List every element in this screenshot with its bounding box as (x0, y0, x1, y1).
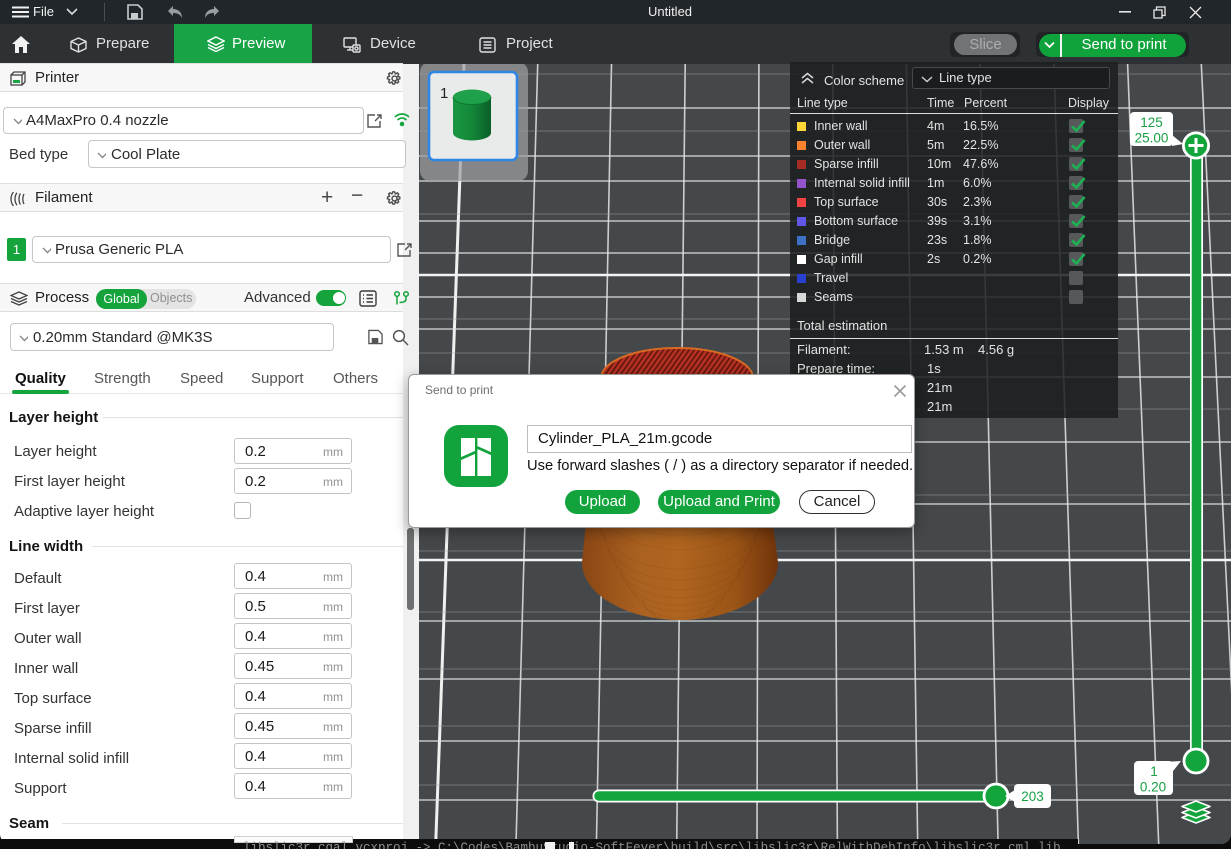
svg-text:1: 1 (1150, 764, 1158, 779)
svg-text:1: 1 (440, 85, 448, 102)
svg-text:203: 203 (1021, 789, 1044, 804)
svg-text:0.20: 0.20 (1140, 780, 1166, 795)
svg-text:125: 125 (1140, 115, 1163, 130)
svg-text:25.00: 25.00 (1135, 131, 1169, 146)
